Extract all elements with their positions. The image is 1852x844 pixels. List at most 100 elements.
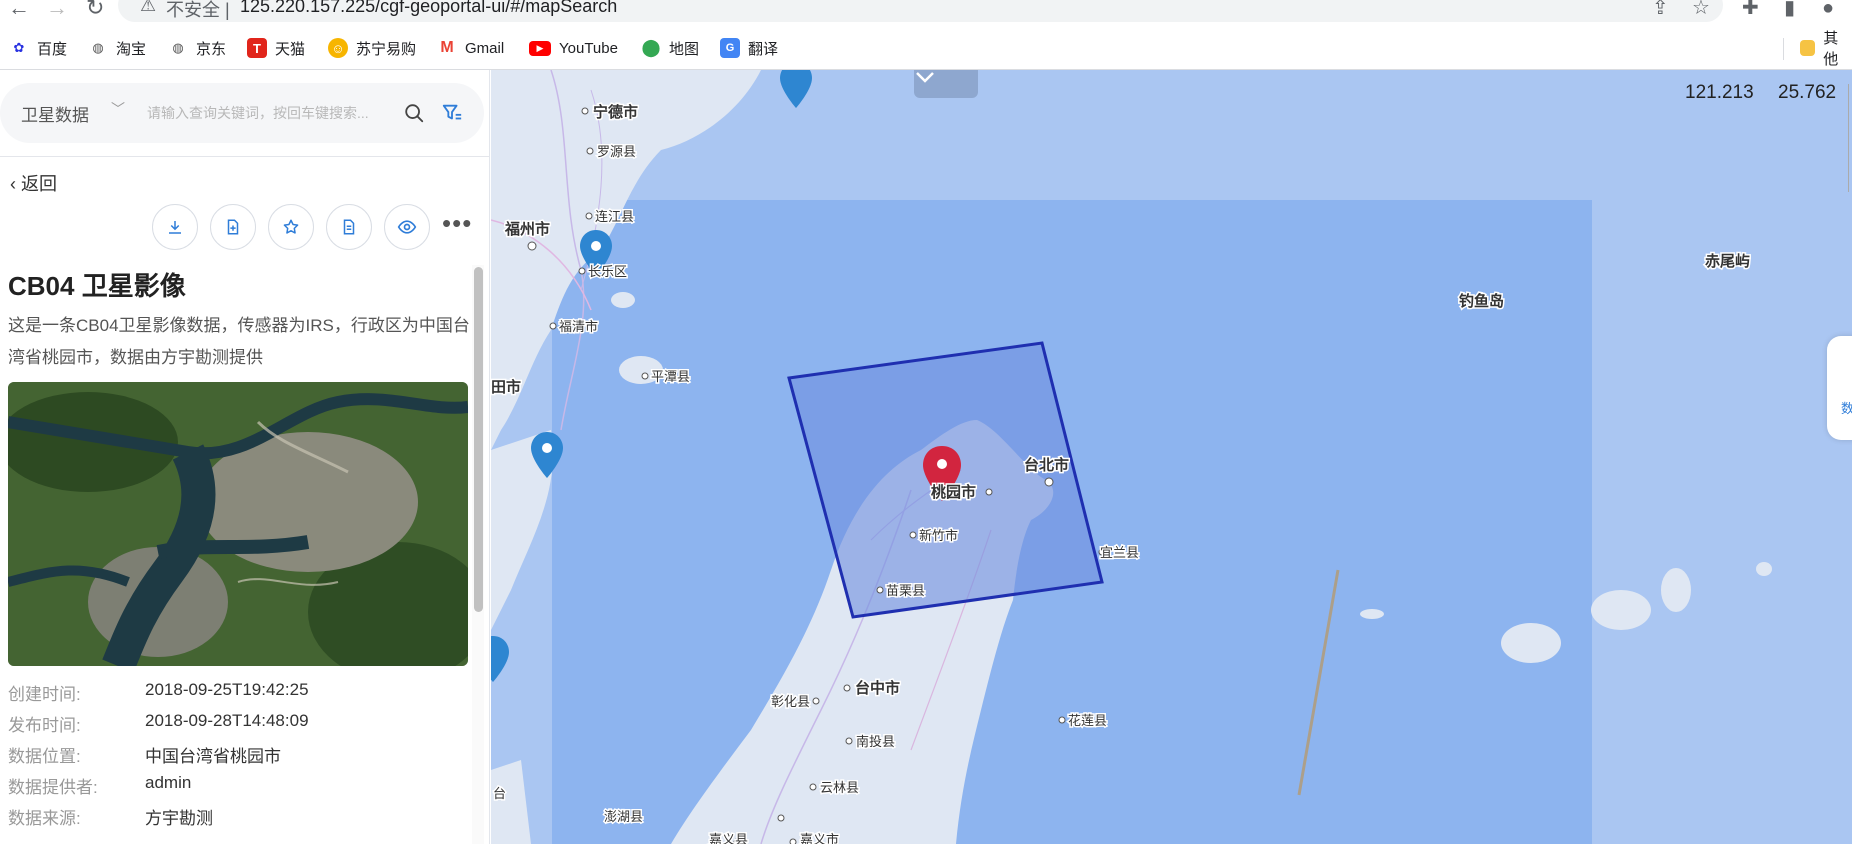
download-icon xyxy=(169,221,181,234)
side-data-tab[interactable]: 数 xyxy=(1827,336,1852,440)
bookmark-maps[interactable]: ⬤ 地图 xyxy=(641,37,699,59)
search-bar: 卫星数据 ﹀ xyxy=(0,83,484,143)
warning-icon[interactable]: ⚠ xyxy=(140,0,156,16)
meta-row-source: 数据来源: 方宇勘测 xyxy=(8,804,468,835)
meta-key: 创建时间: xyxy=(8,685,81,704)
preview-button[interactable] xyxy=(384,204,430,250)
more-icon[interactable]: ••• xyxy=(442,210,472,236)
add-file-button[interactable] xyxy=(210,204,256,250)
bookmark-translate[interactable]: G 翻译 xyxy=(720,37,778,59)
download-button[interactable] xyxy=(152,204,198,250)
star-icon[interactable]: ☆ xyxy=(1692,0,1710,20)
map-label: 云林县 xyxy=(820,780,859,795)
bookmark-label: 地图 xyxy=(669,40,700,58)
bookmark-label: 翻译 xyxy=(748,40,779,58)
map-label: 长乐区 xyxy=(588,264,627,279)
satellite-thumbnail[interactable] xyxy=(8,382,468,666)
map-label: 平潭县 xyxy=(651,369,690,384)
map-label: 宁德市 xyxy=(593,103,638,121)
filter-icon[interactable] xyxy=(441,102,463,124)
globe-icon: ◍ xyxy=(172,40,184,55)
bookmark-label: 百度 xyxy=(37,40,68,58)
map-canvas[interactable]: 宁德市 罗源县 连江县 福州市 长乐区 福清市 平潭县 田市 桃园市 台北市 新… xyxy=(491,70,1852,844)
meta-row-provider: 数据提供者: admin xyxy=(8,773,468,804)
search-input[interactable] xyxy=(147,102,387,124)
bookmarks-bar: ✿ 百度 ◍ 淘宝 ◍ 京东 T 天猫 ☺ 苏宁易购 M Gmail ▶ You… xyxy=(0,24,1852,70)
map-label: 花莲县 xyxy=(1068,713,1107,728)
favorite-button[interactable] xyxy=(268,204,314,250)
bookmark-suning[interactable]: ☺ 苏宁易购 xyxy=(328,37,416,59)
document-button[interactable] xyxy=(326,204,372,250)
document-icon xyxy=(343,219,355,235)
chevron-left-icon: ‹ xyxy=(10,174,16,194)
item-title: CB04 卫星影像 xyxy=(8,271,186,301)
coord-latitude: 25.762 xyxy=(1778,82,1837,103)
folder-icon xyxy=(1800,40,1816,56)
meta-row-published: 发布时间: 2018-09-28T14:48:09 xyxy=(8,711,468,742)
map-label: 苗栗县 xyxy=(886,583,925,598)
browser-toolbar: ← → ↻ ⚠ 不安全 | 125.220.157.225/cgf-geopor… xyxy=(0,0,1852,24)
profile-icon[interactable]: ● xyxy=(1822,0,1834,20)
back-arrow-icon[interactable]: ← xyxy=(8,0,30,20)
insecure-label: 不安全 | xyxy=(166,0,230,20)
back-label: 返回 xyxy=(21,174,58,194)
url-text[interactable]: 125.220.157.225/cgf-geoportal-ui/#/mapSe… xyxy=(240,0,617,17)
forward-arrow-icon[interactable]: → xyxy=(46,0,68,20)
bookmark-taobao[interactable]: ◍ 淘宝 xyxy=(88,37,146,59)
chevron-down-icon[interactable]: ﹀ xyxy=(111,99,125,119)
map-label: 彰化县 xyxy=(771,694,810,709)
metadata-list: 创建时间: 2018-09-25T19:42:25 发布时间: 2018-09-… xyxy=(8,680,468,835)
detail-panel: 卫星数据 ﹀ ‹ 返回 xyxy=(0,70,490,844)
collapse-toggle[interactable] xyxy=(914,70,978,98)
bookmark-gmail[interactable]: M Gmail xyxy=(437,37,504,59)
map-label: 南投县 xyxy=(856,734,895,749)
bookmark-label: 苏宁易购 xyxy=(356,40,417,58)
maps-pin-icon: ⬤ xyxy=(641,38,661,57)
bookmark-label: 京东 xyxy=(196,40,227,58)
extensions-icon[interactable]: ✚ xyxy=(1742,0,1759,20)
map-label: 福州市 xyxy=(504,220,550,238)
file-plus-icon xyxy=(227,219,239,235)
reload-icon[interactable]: ↻ xyxy=(86,0,104,20)
map-label: 宜兰县 xyxy=(1100,545,1139,560)
map-label: 新竹市 xyxy=(919,528,958,543)
meta-value: 2018-09-28T14:48:09 xyxy=(145,711,309,730)
map-label: 钓鱼岛 xyxy=(1459,292,1504,310)
map-label: 台北市 xyxy=(1024,456,1069,474)
category-select[interactable]: 卫星数据 xyxy=(21,101,89,126)
scrollbar-thumb[interactable] xyxy=(474,267,483,612)
map-control-edge[interactable] xyxy=(1848,84,1852,192)
bookmark-youtube[interactable]: ▶ YouTube xyxy=(529,37,618,59)
gmail-icon: M xyxy=(440,39,454,56)
meta-value: 方宇勘测 xyxy=(145,809,213,828)
map-label: 台中市 xyxy=(855,679,900,697)
bookmark-label: 其他 xyxy=(1823,30,1839,68)
meta-key: 数据位置: xyxy=(8,747,81,766)
suning-icon: ☺ xyxy=(328,38,348,58)
eye-icon xyxy=(397,220,417,234)
bookmark-label: 天猫 xyxy=(275,40,306,58)
meta-key: 数据提供者: xyxy=(8,778,98,797)
meta-row-created: 创建时间: 2018-09-25T19:42:25 xyxy=(8,680,468,711)
bookmark-tmall[interactable]: T 天猫 xyxy=(247,37,305,59)
map-label: 罗源县 xyxy=(597,144,636,159)
map-view[interactable]: 宁德市 罗源县 连江县 福州市 长乐区 福清市 平潭县 田市 桃园市 台北市 新… xyxy=(491,70,1852,844)
map-label: 桃园市 xyxy=(931,483,976,501)
bookmark-baidu[interactable]: ✿ 百度 xyxy=(9,37,67,59)
meta-value: admin xyxy=(145,773,192,792)
back-link[interactable]: ‹ 返回 xyxy=(10,170,57,196)
bookmark-label: YouTube xyxy=(559,39,618,57)
bookmark-jd[interactable]: ◍ 京东 xyxy=(168,37,226,59)
sidepanel-icon[interactable]: ▮ xyxy=(1784,0,1795,20)
map-label: 连江县 xyxy=(595,209,634,224)
baidu-icon: ✿ xyxy=(13,40,25,55)
map-label: 田市 xyxy=(491,378,521,396)
coord-longitude: 121.213 xyxy=(1685,82,1754,103)
meta-value: 2018-09-25T19:42:25 xyxy=(145,680,309,699)
meta-key: 数据来源: xyxy=(8,809,81,828)
bookmark-other[interactable]: 其他 xyxy=(1800,30,1852,68)
search-icon[interactable] xyxy=(403,102,425,124)
map-label: 台 xyxy=(493,786,506,801)
share-icon[interactable]: ⇪ xyxy=(1652,0,1669,20)
bookmarks-divider xyxy=(1783,38,1784,60)
